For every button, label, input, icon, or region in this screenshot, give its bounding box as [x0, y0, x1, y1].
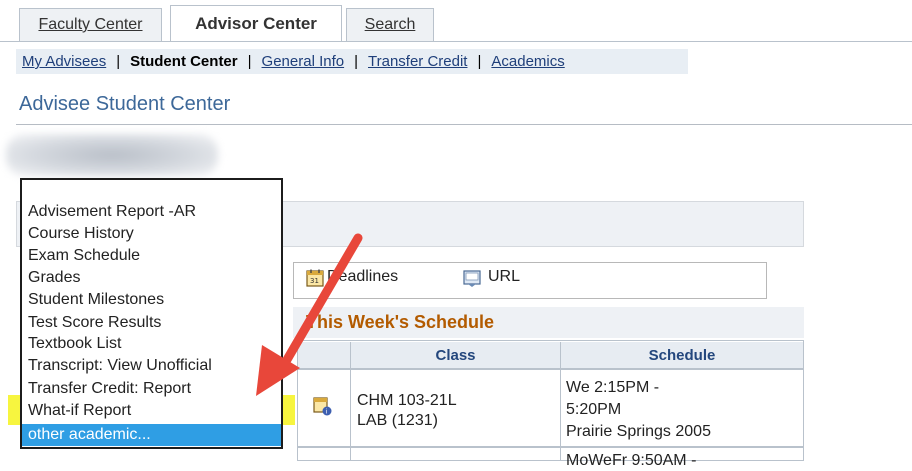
- tab-faculty-center[interactable]: Faculty Center: [19, 8, 162, 41]
- schedule-time-end: 5:20PM: [566, 401, 622, 418]
- nav-student-center: Student Center: [130, 53, 238, 70]
- column-header-schedule: Schedule: [561, 342, 803, 368]
- menu-item-transfer-credit-report[interactable]: Transfer Credit: Report: [28, 379, 191, 399]
- svg-text:31: 31: [310, 277, 319, 285]
- tab-divider: [0, 41, 912, 42]
- svg-text:i: i: [326, 408, 328, 416]
- nav-separator: |: [354, 53, 358, 70]
- menu-item-test-score-results[interactable]: Test Score Results: [28, 313, 161, 333]
- nav-transfer-credit[interactable]: Transfer Credit: [362, 53, 473, 70]
- menu-item-grades[interactable]: Grades: [28, 268, 80, 288]
- tab-search[interactable]: Search: [346, 8, 434, 41]
- menu-item-exam-schedule[interactable]: Exam Schedule: [28, 246, 140, 266]
- menu-item-other-academic[interactable]: other academic...: [28, 425, 151, 445]
- title-divider: [16, 124, 912, 125]
- schedule-title: This Week's Schedule: [306, 312, 495, 332]
- deadlines-link[interactable]: Deadlines: [327, 268, 398, 286]
- schedule-icon-column: [298, 342, 351, 368]
- nav-general-info[interactable]: General Info: [256, 53, 351, 70]
- blurred-student-name: [6, 134, 218, 176]
- schedule-time: We 2:15PM -: [566, 379, 660, 396]
- nav-separator: |: [247, 53, 252, 70]
- column-divider: [560, 342, 561, 461]
- tab-advisor-center[interactable]: Advisor Center: [170, 5, 342, 42]
- menu-item-advisement-report[interactable]: Advisement Report -AR: [28, 202, 196, 222]
- page-title: Advisee Student Center: [19, 93, 231, 115]
- class-details-icon[interactable]: i: [312, 396, 332, 416]
- menu-item-student-milestones[interactable]: Student Milestones: [28, 290, 164, 310]
- nav-separator: |: [116, 53, 121, 70]
- row-divider: [298, 446, 804, 448]
- column-divider: [350, 342, 351, 461]
- nav-academics[interactable]: Academics: [485, 53, 570, 70]
- column-header-class: Class: [351, 342, 561, 368]
- header-divider: [298, 368, 804, 370]
- menu-item-transcript-unofficial[interactable]: Transcript: View Unofficial: [28, 356, 212, 376]
- schedule-location: Prairie Springs 2005: [566, 423, 711, 440]
- class-section: LAB (1231): [357, 412, 438, 429]
- nav-separator: |: [477, 53, 482, 70]
- url-link[interactable]: URL: [488, 268, 520, 286]
- menu-item-what-if-report[interactable]: What-if Report: [28, 401, 131, 421]
- calendar-icon: 31: [306, 269, 324, 287]
- nav-my-advisees[interactable]: My Advisees: [16, 53, 112, 70]
- class-name[interactable]: CHM 103-21L: [357, 390, 457, 411]
- menu-item-textbook-list[interactable]: Textbook List: [28, 334, 121, 354]
- sub-navigation: My Advisees | Student Center | General I…: [16, 49, 688, 74]
- url-icon: [463, 270, 481, 287]
- menu-item-course-history[interactable]: Course History: [28, 224, 134, 244]
